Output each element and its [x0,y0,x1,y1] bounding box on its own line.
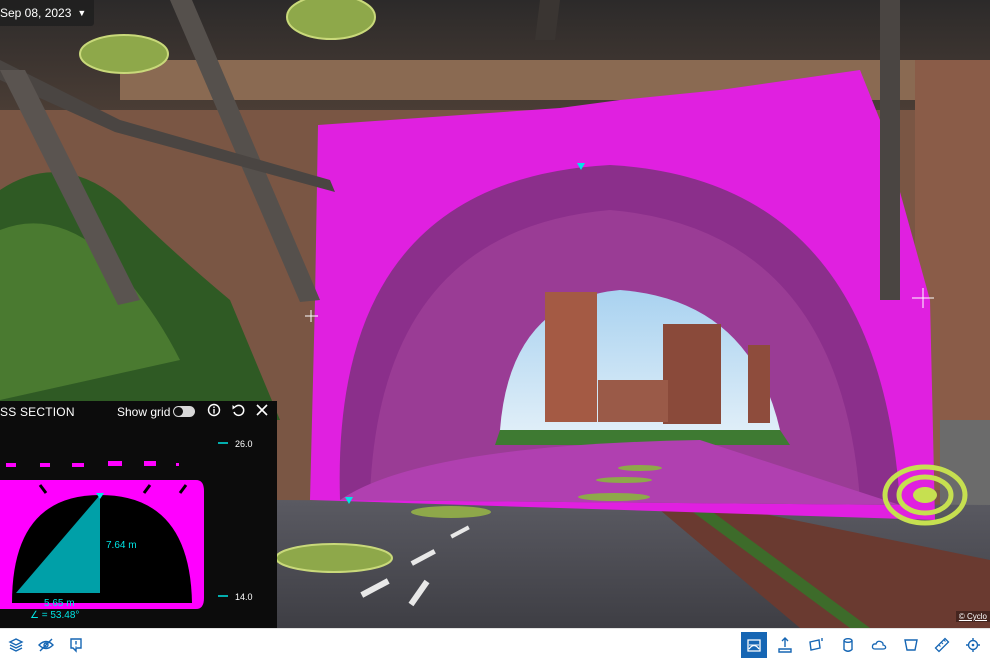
layers-icon [8,638,24,652]
point-cloud-button[interactable] [866,632,892,658]
cross-section-header: SS SECTION Show grid [0,401,277,423]
height-label: 7.64 m [106,540,137,551]
panel-title: SS SECTION [0,405,75,419]
eye-off-icon [38,638,54,652]
show-grid-toggle[interactable] [173,406,195,417]
angle-label: ∠ = 53.48° [30,610,79,621]
close-icon[interactable] [254,403,270,419]
facade-icon [904,639,918,651]
cross-section-button[interactable] [741,632,767,658]
bottom-toolbar [0,628,990,660]
area-icon [809,638,823,651]
width-label: 5.65 m [44,598,75,609]
reset-icon[interactable] [230,403,246,419]
cross-section-icon [747,639,761,652]
hide-button[interactable] [33,632,59,658]
info-icon[interactable] [206,403,222,419]
show-grid-label: Show grid [117,405,171,419]
report-button[interactable] [63,632,89,658]
toggle-knob [174,407,183,416]
cylinder-icon [843,638,853,652]
cloud-icon [871,640,887,650]
date-selector[interactable]: Sep 08, 2023 ▼ [0,0,95,26]
area-button[interactable] [803,632,829,658]
report-icon [70,638,82,653]
scale-top-label: 26.0 [235,439,253,449]
copyright-link[interactable]: © Cyclo [955,611,990,622]
point-fragments [6,461,179,467]
caret-down-icon: ▼ [77,8,87,18]
ruler-icon [934,637,950,653]
layers-button[interactable] [3,632,29,658]
crosshair-icon [966,638,980,652]
volume-button[interactable] [835,632,861,658]
scale-bottom-label: 14.0 [235,592,253,602]
cross-section-panel: SS SECTION Show grid 26.0 14.0 7.64 m 5.… [0,401,277,628]
measure-button[interactable] [929,632,955,658]
cross-section-plot[interactable]: 26.0 14.0 7.64 m 5.65 m ∠ = 53.48° [0,423,277,628]
facade-button[interactable] [898,632,924,658]
location-target [882,464,968,526]
locate-button[interactable] [960,632,986,658]
date-label: Sep 08, 2023 [0,6,72,20]
height-button[interactable] [772,632,798,658]
height-icon [778,637,792,653]
